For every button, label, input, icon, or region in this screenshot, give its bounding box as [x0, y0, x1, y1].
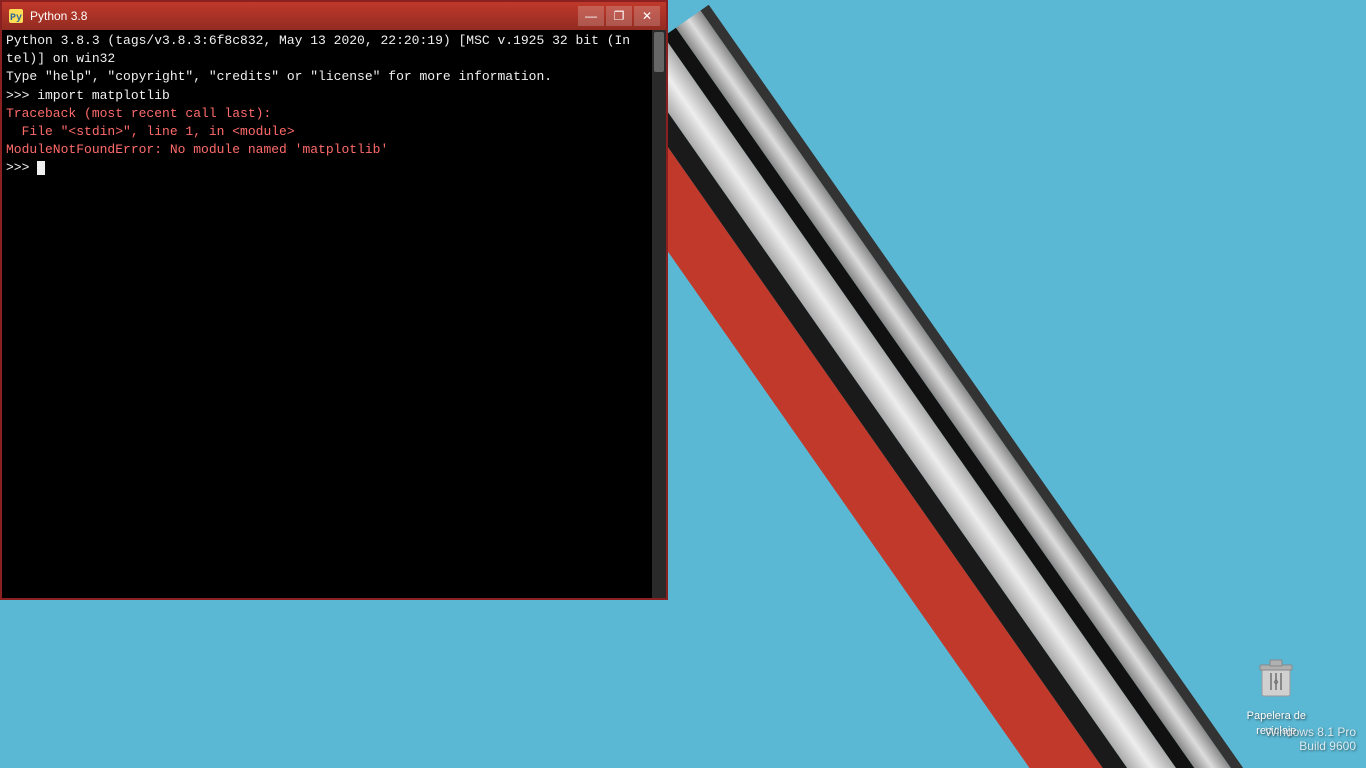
- cursor: [37, 161, 45, 175]
- line-5: Traceback (most recent call last):: [6, 106, 271, 121]
- title-bar-controls: — ❐ ✕: [578, 6, 660, 26]
- console-output: Python 3.8.3 (tags/v3.8.3:6f8c832, May 1…: [2, 30, 666, 180]
- scrollbar-thumb[interactable]: [654, 32, 664, 72]
- line-2: tel)] on win32: [6, 51, 115, 66]
- windows-watermark: Windows 8.1 Pro Build 9600: [1265, 725, 1356, 753]
- console-scrollbar[interactable]: [652, 30, 666, 598]
- line-3: Type "help", "copyright", "credits" or "…: [6, 69, 552, 84]
- minimize-button[interactable]: —: [578, 6, 604, 26]
- window-title: Python 3.8: [30, 9, 87, 23]
- close-button[interactable]: ✕: [634, 6, 660, 26]
- svg-text:♻: ♻: [1274, 678, 1279, 687]
- line-7: ModuleNotFoundError: No module named 'ma…: [6, 142, 388, 157]
- console-body[interactable]: Python 3.8.3 (tags/v3.8.3:6f8c832, May 1…: [2, 30, 666, 598]
- line-4: >>> import matplotlib: [6, 88, 170, 103]
- python-logo-icon: Py: [8, 8, 24, 24]
- python-window: Py Python 3.8 — ❐ ✕ Python 3.8.3 (tags/v…: [0, 0, 668, 600]
- svg-text:Py: Py: [10, 13, 22, 24]
- line-8: >>>: [6, 160, 37, 175]
- line-6: File "<stdin>", line 1, in <module>: [6, 124, 295, 139]
- recycle-bin-icon: ♻: [1252, 652, 1300, 700]
- maximize-button[interactable]: ❐: [606, 6, 632, 26]
- line-1: Python 3.8.3 (tags/v3.8.3:6f8c832, May 1…: [6, 33, 630, 48]
- title-bar-left: Py Python 3.8: [8, 8, 87, 24]
- title-bar: Py Python 3.8 — ❐ ✕: [2, 2, 666, 30]
